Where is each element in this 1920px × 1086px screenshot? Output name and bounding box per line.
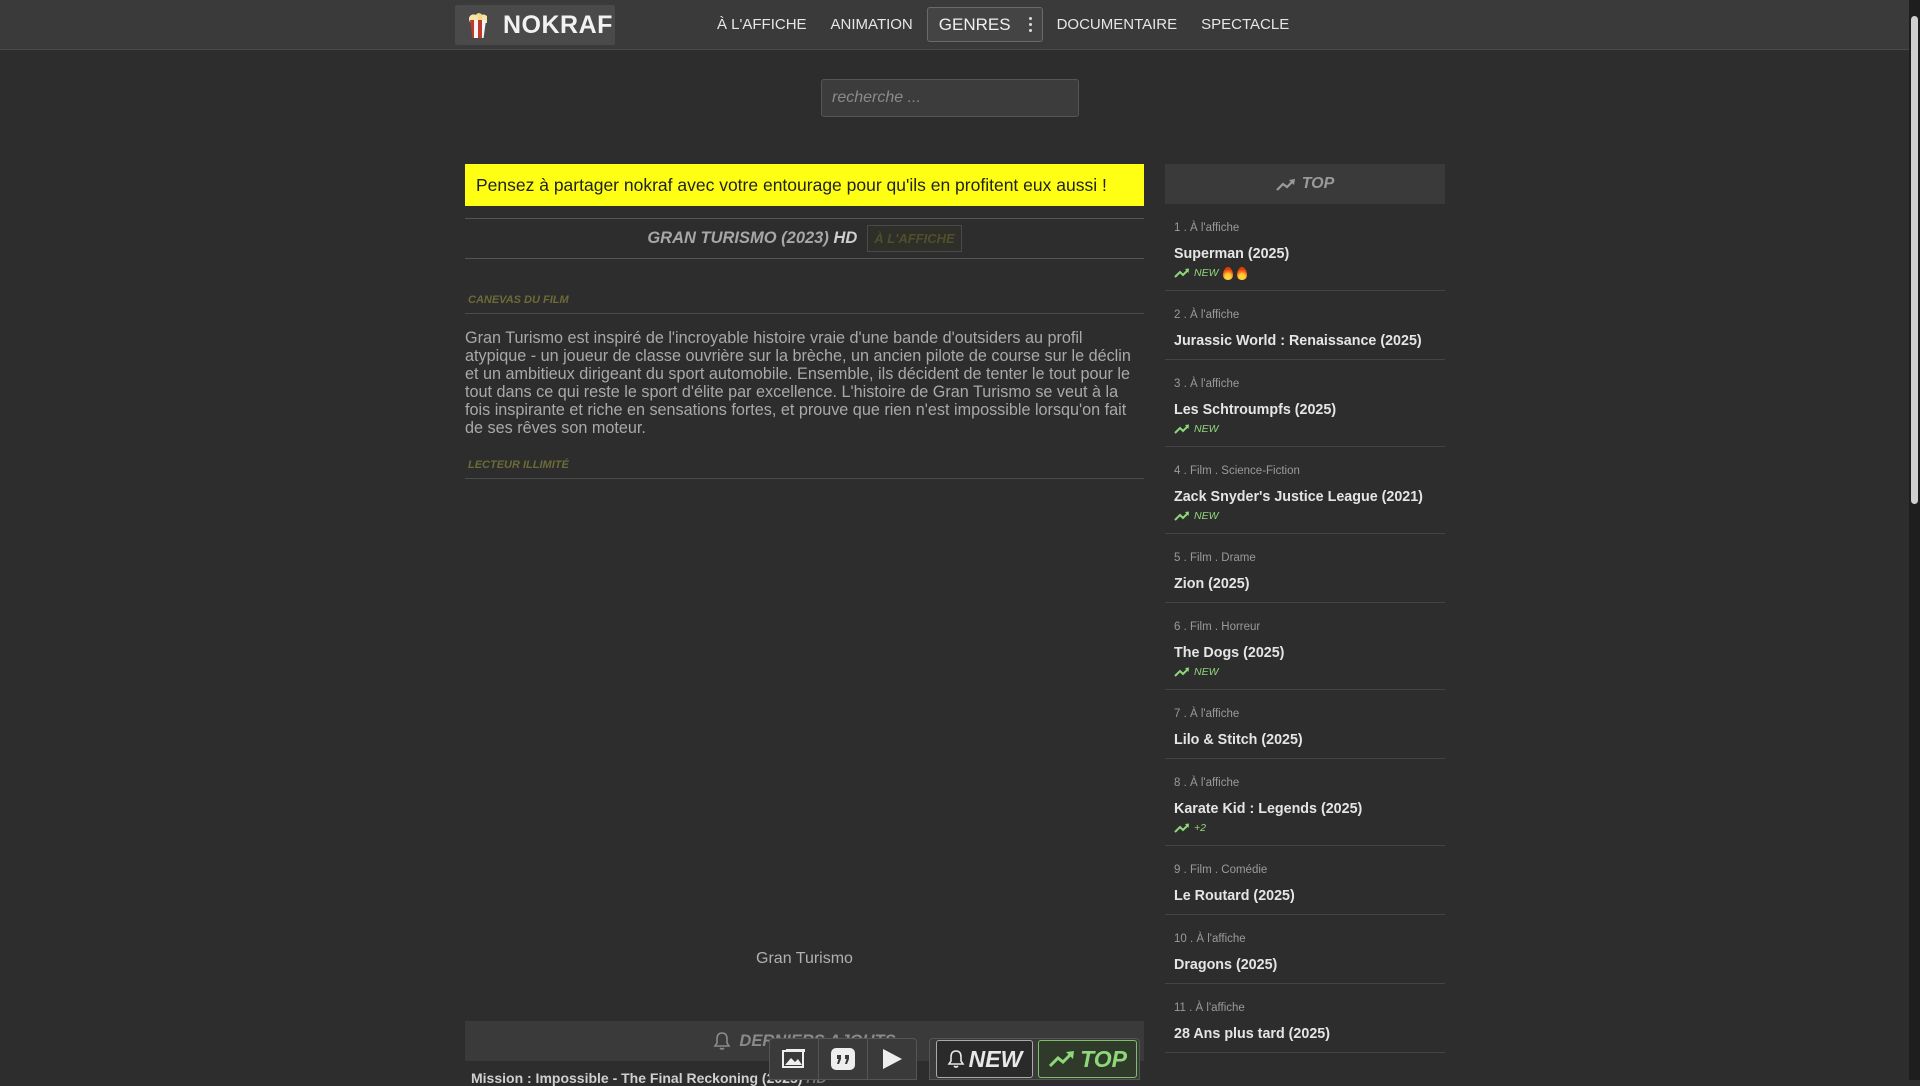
top-list-item[interactable]: 4 . Film . Science-Fiction Zack Snyder's … <box>1165 447 1445 534</box>
top-item-title[interactable]: 28 Ans plus tard (2025) <box>1174 1026 1437 1042</box>
top-item-meta: 1 . À l'affiche <box>1174 222 1240 234</box>
site-brand: NOKRAF <box>503 10 613 39</box>
top-item-meta: 3 . À l'affiche <box>1174 378 1240 390</box>
popcorn-icon <box>467 12 489 38</box>
top-item-meta: 2 . À l'affiche <box>1174 309 1240 321</box>
top-item-title[interactable]: Dragons (2025) <box>1174 957 1437 973</box>
top-header-label: TOP <box>1301 175 1335 192</box>
top-list-item[interactable]: 6 . Film . Horreur The Dogs (2025) NEW <box>1165 603 1445 690</box>
share-banner: Pensez à partager nokraf avec votre ento… <box>465 164 1144 206</box>
top-item-meta: 9 . Film . Comédie <box>1174 864 1268 876</box>
bell-icon <box>947 1050 965 1068</box>
main-menu: À L'AFFICHE ANIMATION GENRES DOCUMENTAIR… <box>705 0 1301 49</box>
movie-title-bar: GRAN TURISMO (2023) HD À L'AFFICHE <box>465 218 1144 259</box>
top-item-tag-label: NEW <box>1194 666 1219 678</box>
media-toolbar <box>769 1038 917 1080</box>
genres-label: GENRES <box>938 14 1011 34</box>
top-item-title[interactable]: The Dogs (2025) <box>1174 645 1437 661</box>
trending-up-icon <box>1275 178 1295 191</box>
top-list-item[interactable]: 2 . À l'affiche Jurassic World : Renaissa… <box>1165 291 1445 360</box>
top-list-item[interactable]: 8 . À l'affiche Karate Kid : Legends (202… <box>1165 759 1445 846</box>
nav-item-a-laffiche[interactable]: À L'AFFICHE <box>705 16 819 33</box>
fire-icon <box>1222 266 1233 280</box>
top-item-meta: 7 . À l'affiche <box>1174 708 1240 720</box>
top-list-item[interactable]: 1 . À l'affiche Superman (2025) NEW <box>1165 204 1445 291</box>
movie-synopsis: Gran Turismo est inspiré de l'incroyable… <box>465 329 1131 437</box>
top-button-label: TOP <box>1080 1045 1127 1072</box>
play-tool-button[interactable] <box>868 1039 916 1079</box>
image-icon <box>782 1049 805 1068</box>
top-list-item[interactable]: 3 . À l'affiche Les Schtroumpfs (2025) NEW <box>1165 360 1445 447</box>
top-item-tag-label: +2 <box>1194 822 1206 834</box>
top-list-item[interactable]: 5 . Film . Drame Zion (2025) <box>1165 534 1445 603</box>
top-item-meta: 10 . À l'affiche <box>1174 933 1246 945</box>
top-item-title[interactable]: Le Routard (2025) <box>1174 888 1437 904</box>
top-item-tag: NEW <box>1174 266 1437 280</box>
top-item-tag-label: NEW <box>1194 267 1219 279</box>
trending-up-icon <box>1174 667 1189 677</box>
top-list: 1 . À l'affiche Superman (2025) NEW 2 . À l… <box>1165 204 1445 1053</box>
quote-icon <box>831 1048 855 1070</box>
top-item-meta: 11 . À l'affiche <box>1174 1002 1245 1014</box>
top-item-tag: NEW <box>1174 665 1437 679</box>
kebab-menu-icon <box>1028 17 1032 32</box>
quote-tool-button[interactable] <box>819 1039 868 1079</box>
sort-buttons: NEW TOP <box>929 1038 1140 1080</box>
scrollbar-thumb[interactable] <box>1911 16 1918 504</box>
top-sidebar: TOP 1 . À l'affiche Superman (2025) NEW 2 .… <box>1165 164 1445 1053</box>
top-item-title[interactable]: Karate Kid : Legends (2025) <box>1174 801 1437 817</box>
top-item-tag: +2 <box>1174 821 1437 835</box>
top-list-item[interactable]: 9 . Film . Comédie Le Routard (2025) <box>1165 846 1445 915</box>
top-item-tag: NEW <box>1174 422 1437 436</box>
nav-item-animation[interactable]: ANIMATION <box>819 16 925 33</box>
page-scrollbar[interactable] <box>1909 0 1920 1080</box>
category-badge[interactable]: À L'AFFICHE <box>867 225 962 252</box>
top-item-tag-label: NEW <box>1194 423 1219 435</box>
movie-title: GRAN TURISMO (2023) HD <box>647 229 857 248</box>
trending-up-icon <box>1174 268 1189 278</box>
nav-item-documentaire[interactable]: DOCUMENTAIRE <box>1045 16 1190 33</box>
top-item-meta: 8 . À l'affiche <box>1174 777 1240 789</box>
image-tool-button[interactable] <box>770 1039 819 1079</box>
new-button[interactable]: NEW <box>936 1040 1033 1078</box>
top-button[interactable]: TOP <box>1038 1040 1137 1078</box>
fire-icon <box>1236 266 1247 280</box>
top-item-meta: 5 . Film . Drame <box>1174 552 1256 564</box>
trending-up-icon <box>1174 424 1189 434</box>
top-item-title[interactable]: Jurassic World : Renaissance (2025) <box>1174 333 1437 349</box>
top-item-title[interactable]: Zack Snyder's Justice League (2021) <box>1174 489 1437 505</box>
player-caption: Gran Turismo <box>756 950 853 967</box>
nav-item-spectacle[interactable]: SPECTACLE <box>1189 16 1301 33</box>
top-item-tag: NEW <box>1174 509 1437 523</box>
top-item-tag-label: NEW <box>1194 510 1219 522</box>
new-button-label: NEW <box>968 1045 1023 1072</box>
synopsis-label: CANEVAS DU FILM <box>465 294 1144 314</box>
trending-up-icon <box>1174 823 1189 833</box>
bell-icon <box>713 1032 731 1050</box>
latest-item-title: Mission : Impossible - The Final Reckoni… <box>471 1070 803 1086</box>
player-label: LECTEUR ILLIMITÉ <box>465 459 1144 479</box>
top-item-title[interactable]: Les Schtroumpfs (2025) <box>1174 402 1437 418</box>
top-item-title[interactable]: Zion (2025) <box>1174 576 1437 592</box>
top-navigation-bar: NOKRAF À L'AFFICHE ANIMATION GENRES DOCU… <box>0 0 1909 50</box>
top-header: TOP <box>1165 164 1445 204</box>
trending-up-icon <box>1049 1051 1075 1068</box>
top-list-item[interactable]: 11 . À l'affiche 28 Ans plus tard (2025) <box>1165 984 1445 1053</box>
top-item-title[interactable]: Superman (2025) <box>1174 246 1437 262</box>
genres-dropdown-button[interactable]: GENRES <box>926 7 1043 42</box>
top-list-item[interactable]: 10 . À l'affiche Dragons (2025) <box>1165 915 1445 984</box>
trending-up-icon <box>1174 511 1189 521</box>
movie-title-text: GRAN TURISMO (2023) <box>647 229 829 247</box>
movie-quality: HD <box>833 229 858 247</box>
play-icon <box>883 1049 902 1069</box>
top-item-title[interactable]: Lilo & Stitch (2025) <box>1174 732 1437 748</box>
search-input[interactable] <box>821 79 1079 117</box>
top-item-meta: 6 . Film . Horreur <box>1174 621 1261 633</box>
video-player[interactable] <box>465 480 1144 980</box>
top-list-item[interactable]: 7 . À l'affiche Lilo & Stitch (2025) <box>1165 690 1445 759</box>
site-logo[interactable]: NOKRAF <box>455 5 615 45</box>
top-item-meta: 4 . Film . Science-Fiction <box>1174 465 1300 477</box>
